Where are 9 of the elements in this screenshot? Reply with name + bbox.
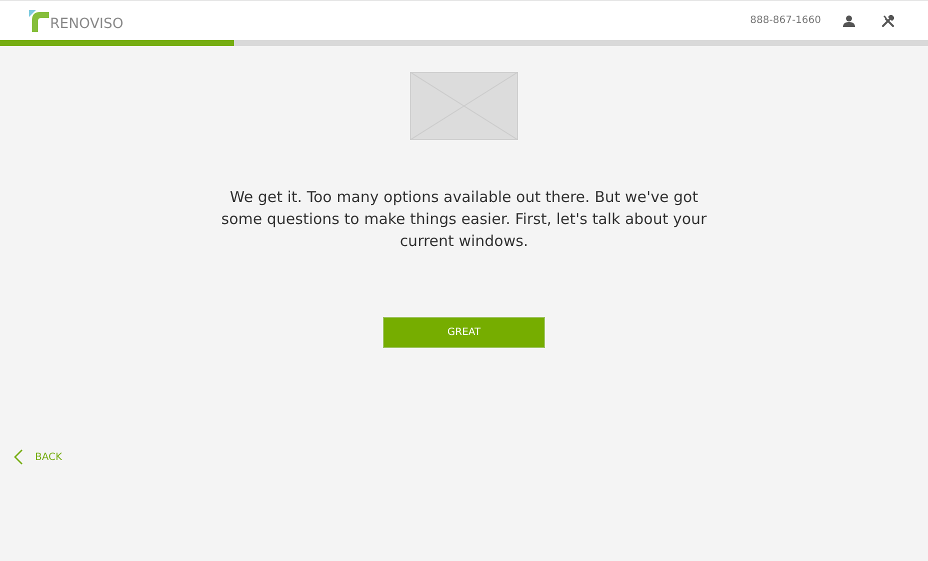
logo-icon (29, 10, 49, 32)
user-icon[interactable] (843, 14, 855, 26)
intro-text: We get it. Too many options available out there. But we've got some questions to make things easier. First, let's talk about your current windows. (220, 187, 708, 252)
logo-text: RENOVISO (50, 16, 124, 30)
phone-number[interactable]: 888-867-1660 (750, 13, 821, 28)
chevron-left-icon (14, 449, 23, 465)
back-link[interactable]: BACK (14, 449, 62, 465)
great-button[interactable]: GREAT (383, 317, 545, 348)
tools-icon[interactable] (882, 14, 894, 26)
